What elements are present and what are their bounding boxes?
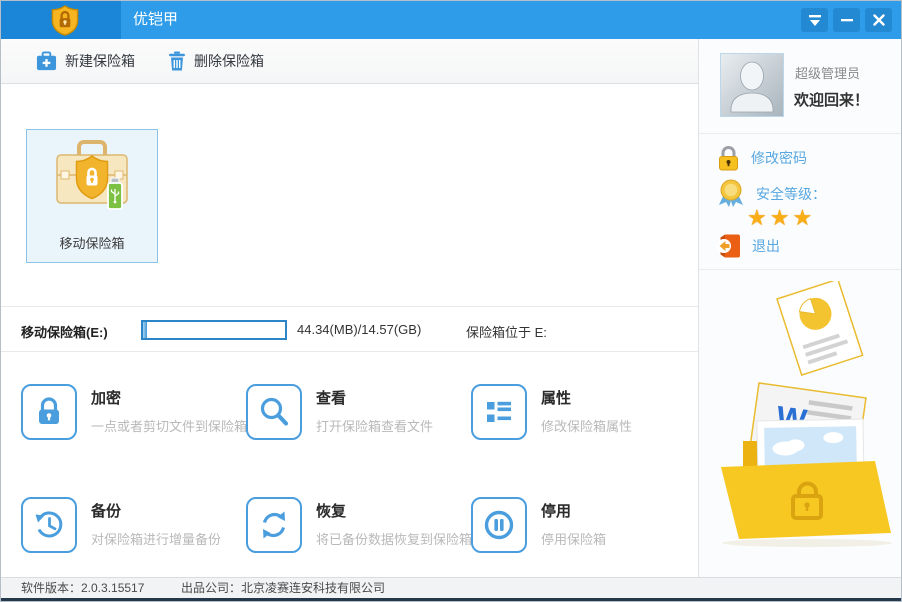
new-vault-icon bbox=[36, 51, 57, 71]
sidebar: 超级管理员 欢迎回来！ 修改密码 安全等级： ★★★ bbox=[698, 39, 902, 577]
new-vault-button[interactable]: 新建保险箱 bbox=[36, 39, 135, 83]
disable-action[interactable]: 停用 停用保险箱 bbox=[471, 497, 686, 555]
documents-folder-illustration: W bbox=[707, 281, 897, 566]
close-button[interactable] bbox=[865, 8, 892, 32]
delete-vault-icon bbox=[168, 51, 186, 71]
restore-action[interactable]: 恢复 将已备份数据恢复到保险箱 bbox=[246, 497, 461, 555]
vault-tile-mobile[interactable]: 移动保险箱 bbox=[26, 129, 158, 263]
security-level-label: 安全等级： bbox=[756, 184, 826, 204]
properties-title: 属性 bbox=[541, 387, 571, 408]
change-password-label: 修改密码 bbox=[751, 148, 807, 168]
vault-usage-row: 移动保险箱(E:) 44.34(MB)/14.57(GB) 保险箱位于 E: bbox=[1, 306, 698, 352]
app-shield-lock-icon bbox=[50, 5, 80, 36]
encrypt-lock-icon bbox=[21, 384, 77, 440]
exit-door-icon bbox=[716, 233, 742, 259]
exit-item[interactable]: 退出 bbox=[716, 233, 780, 259]
sidebar-divider bbox=[699, 133, 902, 134]
user-welcome: 欢迎回来！ bbox=[794, 89, 869, 110]
app-window: 优铠甲 bbox=[0, 0, 902, 602]
usage-progress-bar bbox=[141, 320, 287, 340]
view-action[interactable]: 查看 打开保险箱查看文件 bbox=[246, 384, 461, 442]
user-role: 超级管理员 bbox=[795, 63, 860, 82]
view-search-icon bbox=[246, 384, 302, 440]
new-vault-label: 新建保险箱 bbox=[65, 51, 135, 71]
window-controls bbox=[801, 8, 892, 32]
encrypt-subtitle: 一点或者剪切文件到保险箱 bbox=[91, 416, 247, 435]
software-version: 软件版本：2.0.3.15517 bbox=[21, 578, 144, 598]
usage-text: 44.34(MB)/14.57(GB) bbox=[297, 322, 421, 337]
menu-icon bbox=[808, 14, 822, 27]
delete-vault-button[interactable]: 删除保险箱 bbox=[168, 39, 264, 83]
close-icon bbox=[873, 14, 885, 26]
mobile-vault-icon bbox=[48, 136, 136, 224]
security-level-item: 安全等级： bbox=[716, 179, 826, 208]
backup-history-icon bbox=[21, 497, 77, 553]
minimize-button[interactable] bbox=[833, 8, 860, 32]
padlock-icon bbox=[716, 145, 741, 171]
sidebar-divider-2 bbox=[699, 269, 902, 270]
backup-title: 备份 bbox=[91, 500, 121, 521]
encrypt-title: 加密 bbox=[91, 387, 121, 408]
minimize-icon bbox=[841, 14, 853, 26]
disable-title: 停用 bbox=[541, 500, 571, 521]
toolbar: 新建保险箱 删除保险箱 bbox=[1, 39, 698, 84]
user-avatar bbox=[720, 53, 784, 117]
usage-progress-fill bbox=[143, 322, 147, 338]
disable-subtitle: 停用保险箱 bbox=[541, 529, 606, 548]
titlebar: 优铠甲 bbox=[1, 1, 901, 39]
exit-label: 退出 bbox=[752, 236, 780, 256]
bottom-strip bbox=[1, 598, 901, 602]
vault-tile-label: 移动保险箱 bbox=[27, 233, 157, 252]
view-title: 查看 bbox=[316, 387, 346, 408]
disable-pause-icon bbox=[471, 497, 527, 553]
restore-refresh-icon bbox=[246, 497, 302, 553]
view-subtitle: 打开保险箱查看文件 bbox=[316, 416, 433, 435]
properties-action[interactable]: 属性 修改保险箱属性 bbox=[471, 384, 686, 442]
window-title: 优铠甲 bbox=[133, 1, 178, 39]
restore-title: 恢复 bbox=[316, 500, 346, 521]
locked-folder-front bbox=[721, 461, 892, 547]
person-icon bbox=[721, 54, 783, 116]
encrypt-action[interactable]: 加密 一点或者剪切文件到保险箱 bbox=[21, 384, 236, 442]
backup-subtitle: 对保险箱进行增量备份 bbox=[91, 529, 221, 548]
properties-list-icon bbox=[471, 384, 527, 440]
statusbar: 软件版本：2.0.3.15517 出品公司：北京凌赛连安科技有限公司 bbox=[1, 577, 901, 598]
properties-subtitle: 修改保险箱属性 bbox=[541, 416, 632, 435]
security-stars: ★★★ bbox=[747, 205, 815, 231]
change-password-item[interactable]: 修改密码 bbox=[716, 145, 807, 171]
medal-icon bbox=[716, 179, 746, 208]
vault-drive-label: 移动保险箱(E:) bbox=[21, 322, 108, 341]
restore-subtitle: 将已备份数据恢复到保险箱 bbox=[316, 529, 472, 548]
menu-button[interactable] bbox=[801, 8, 828, 32]
pie-chart-document bbox=[777, 281, 863, 375]
company-info: 出品公司：北京凌赛连安科技有限公司 bbox=[181, 578, 385, 598]
main-content: 移动保险箱 移动保险箱(E:) 44.34(MB)/14.57(GB) 保险箱位… bbox=[1, 84, 698, 577]
backup-action[interactable]: 备份 对保险箱进行增量备份 bbox=[21, 497, 236, 555]
delete-vault-label: 删除保险箱 bbox=[194, 51, 264, 71]
vault-location-text: 保险箱位于 E: bbox=[466, 322, 547, 341]
